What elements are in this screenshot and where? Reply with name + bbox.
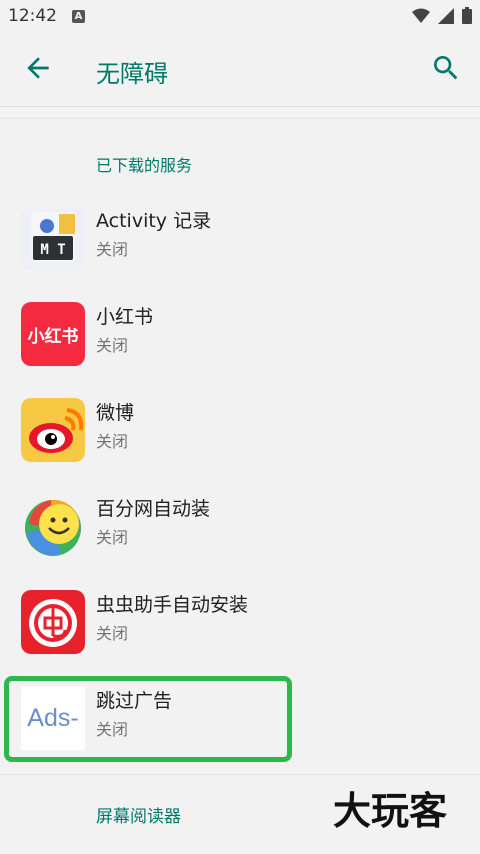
weibo-icon bbox=[21, 398, 85, 462]
divider bbox=[0, 774, 480, 775]
back-button[interactable] bbox=[22, 52, 54, 84]
system-icons bbox=[412, 7, 472, 24]
xiaohongshu-icon-text: 小红书 bbox=[27, 326, 79, 347]
service-item-xiaohongshu[interactable]: 小红书 小红书 关闭 bbox=[0, 288, 480, 384]
service-name: 微博 bbox=[96, 402, 135, 424]
wifi-icon bbox=[412, 8, 430, 23]
page-title: 无障碍 bbox=[96, 60, 168, 88]
status-bar: 12:42 A bbox=[0, 0, 480, 32]
watermark-logo: 大玩客 bbox=[316, 786, 464, 834]
battery-icon bbox=[462, 7, 472, 24]
mt-icon-text: M T bbox=[40, 242, 65, 258]
screen-reader-section-header[interactable]: 屏幕阅读器 bbox=[96, 802, 181, 827]
divider bbox=[0, 118, 480, 119]
service-name: 百分网自动装 bbox=[96, 498, 211, 520]
app-bar: 无障碍 bbox=[0, 32, 480, 107]
xiaohongshu-icon: 小红书 bbox=[21, 302, 85, 366]
service-status: 关闭 bbox=[96, 528, 129, 547]
search-button[interactable] bbox=[430, 52, 462, 84]
service-item-weibo[interactable]: 微博 关闭 bbox=[0, 384, 480, 480]
watermark-text: 大玩客 bbox=[333, 789, 447, 833]
service-status: 关闭 bbox=[96, 336, 129, 355]
signal-icon bbox=[438, 7, 454, 24]
status-time: 12:42 bbox=[8, 6, 57, 26]
chongchong-icon bbox=[21, 590, 85, 654]
mt-icon: M T bbox=[21, 206, 85, 270]
service-name: Activity 记录 bbox=[96, 210, 212, 232]
service-name: 小红书 bbox=[96, 306, 154, 328]
service-status: 关闭 bbox=[96, 432, 129, 451]
arrow-left-icon bbox=[27, 57, 49, 79]
service-item-baifen[interactable]: 百分网自动装 关闭 bbox=[0, 480, 480, 576]
section-header: 已下载的服务 bbox=[96, 156, 193, 175]
service-status: 关闭 bbox=[96, 240, 129, 259]
service-name: 虫虫助手自动安装 bbox=[96, 594, 249, 616]
highlight-box bbox=[4, 676, 292, 762]
service-item-activity[interactable]: M T Activity 记录 关闭 bbox=[0, 192, 480, 288]
smiley-icon bbox=[21, 494, 85, 558]
service-item-chongchong[interactable]: 虫虫助手自动安装 关闭 bbox=[0, 576, 480, 672]
notification-icon: A bbox=[72, 10, 85, 23]
service-status: 关闭 bbox=[96, 624, 129, 643]
search-icon bbox=[434, 56, 458, 80]
